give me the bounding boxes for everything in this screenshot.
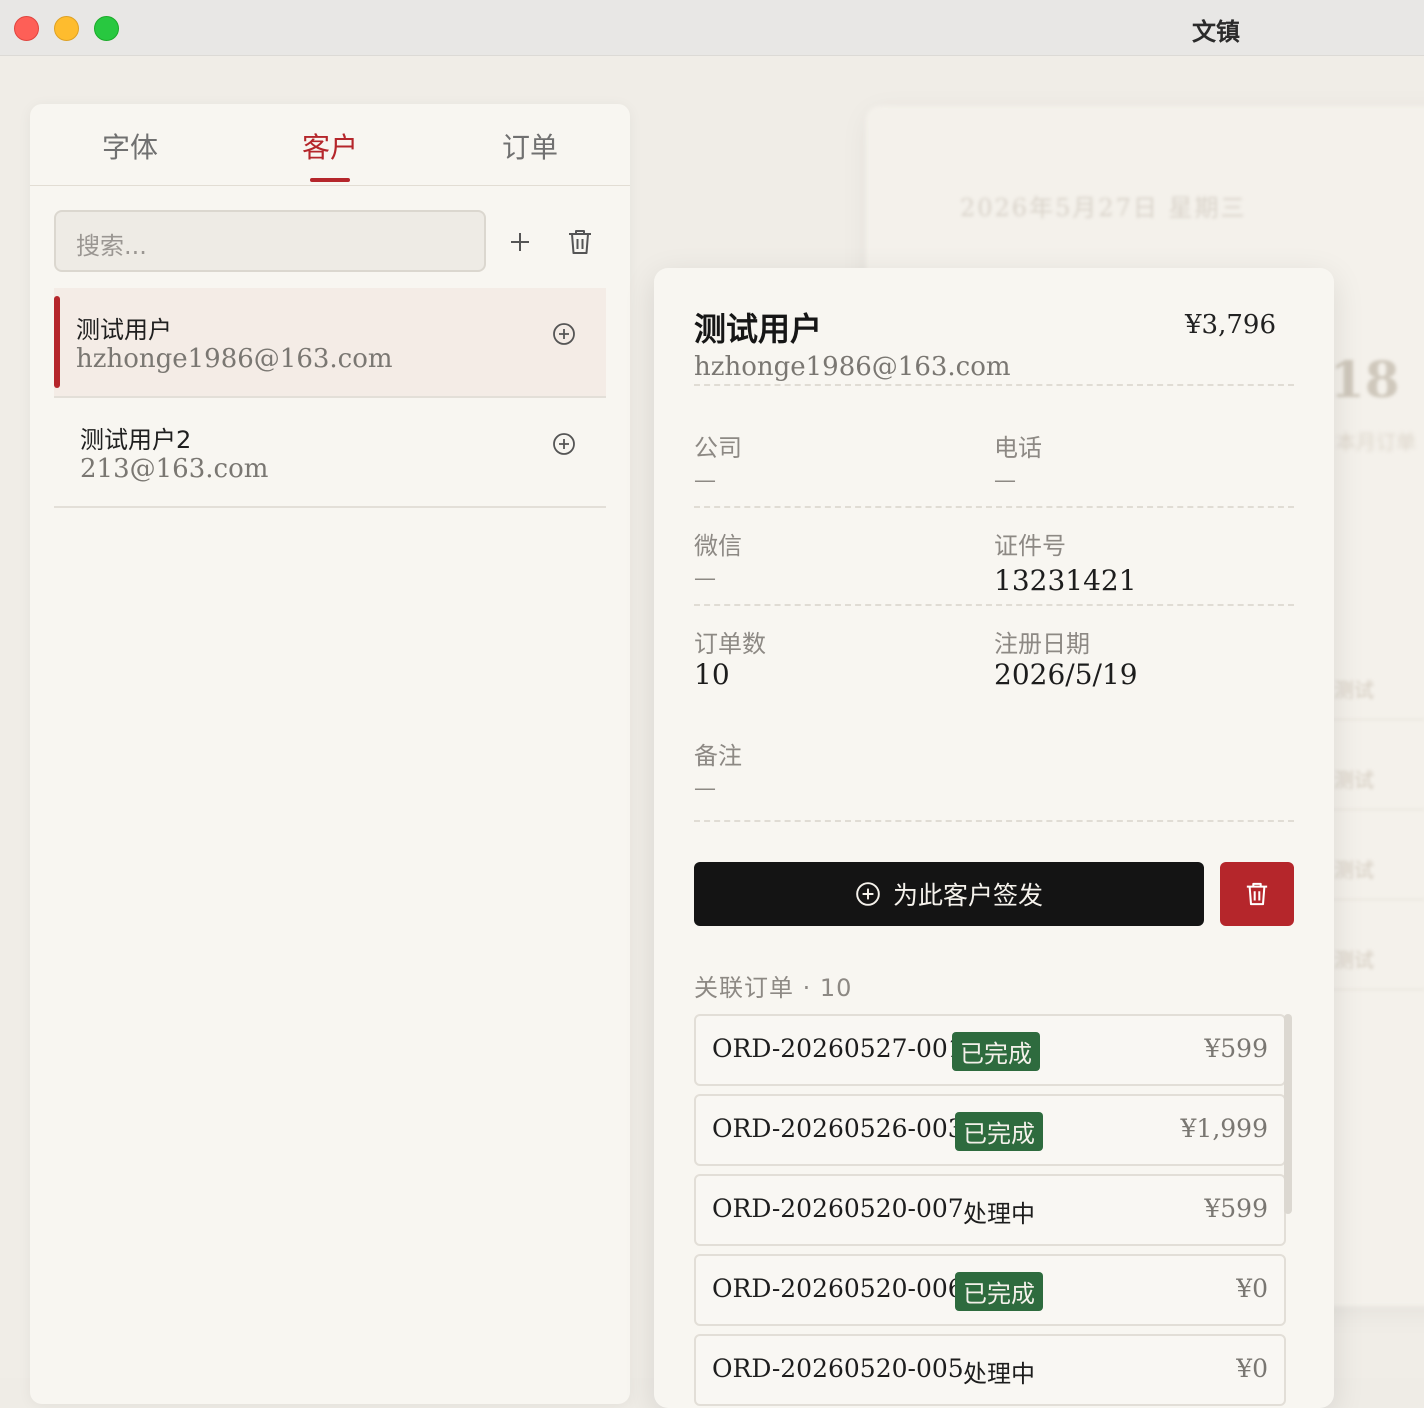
delete-customer-detail-button[interactable] — [1220, 862, 1294, 926]
customer-detail-card: 测试用户 ¥3,796 hzhonge1986@163.com 公司 — 电话 … — [654, 268, 1334, 1408]
order-count-value: 10 — [694, 658, 730, 691]
order-row[interactable]: ORD-20260520-007 处理中 ¥599 — [694, 1174, 1286, 1246]
order-amount: ¥1,999 — [1180, 1114, 1268, 1143]
order-id: ORD-20260520-005 — [712, 1354, 964, 1383]
register-date-value: 2026/5/19 — [994, 658, 1138, 691]
order-row[interactable]: ORD-20260526-003 已完成 ¥1,999 — [694, 1094, 1286, 1166]
background-date: 2026年5月27日 星期三 — [960, 194, 1247, 222]
phone-label: 电话 — [994, 434, 1042, 462]
customer-detail-name: 测试用户 — [694, 310, 823, 348]
note-label: 备注 — [694, 742, 742, 770]
customer-name: 测试用户2 — [80, 426, 192, 454]
close-window-button[interactable] — [14, 16, 39, 41]
order-status-badge: 已完成 — [955, 1272, 1043, 1311]
delete-customer-button[interactable] — [562, 224, 598, 260]
order-id: ORD-20260520-006 — [712, 1274, 964, 1303]
title-bar: 文镇 — [0, 0, 1424, 56]
plus-circle-icon — [553, 323, 575, 345]
order-status-badge: 已完成 — [955, 1112, 1043, 1151]
add-customer-button[interactable] — [502, 224, 538, 260]
background-subtitle: 本月订单 — [1336, 430, 1416, 454]
order-id: ORD-20260527-001 — [712, 1034, 964, 1063]
order-amount: ¥0 — [1236, 1274, 1268, 1303]
customer-name: 测试用户 — [76, 316, 172, 344]
wechat-value: — — [694, 566, 716, 591]
tab-fonts[interactable]: 字体 — [102, 126, 158, 166]
company-value: — — [694, 468, 716, 493]
tab-orders[interactable]: 订单 — [502, 126, 558, 166]
customer-email: hzhonge1986@163.com — [76, 344, 393, 374]
background-row: 测试 — [1326, 660, 1424, 720]
order-status-badge: 处理中 — [963, 1200, 1035, 1228]
order-row[interactable]: ORD-20260520-005 处理中 ¥0 — [694, 1334, 1286, 1406]
issue-for-customer-primary-button[interactable]: 为此客户签发 — [694, 862, 1204, 926]
tab-bar: 字体 客户 订单 — [30, 104, 630, 186]
id-number-label: 证件号 — [994, 532, 1066, 560]
issue-for-customer-button[interactable] — [552, 322, 576, 350]
minimize-window-button[interactable] — [54, 16, 79, 41]
note-value: — — [694, 776, 716, 801]
background-row: 测试 — [1326, 750, 1424, 810]
search-input[interactable]: 搜索... — [54, 210, 486, 272]
customer-list-item[interactable]: 测试用户 hzhonge1986@163.com — [54, 288, 606, 398]
order-count-label: 订单数 — [694, 630, 766, 658]
background-row: 测试 — [1326, 930, 1424, 990]
order-status-badge: 已完成 — [952, 1032, 1040, 1071]
id-number-value: 13231421 — [994, 564, 1137, 597]
plus-icon — [511, 233, 529, 251]
order-amount: ¥599 — [1204, 1034, 1268, 1063]
order-id: ORD-20260526-003 — [712, 1114, 964, 1143]
issue-button-label: 为此客户签发 — [892, 881, 1043, 910]
wechat-label: 微信 — [694, 532, 742, 560]
customer-total-amount: ¥3,796 — [1185, 310, 1276, 340]
active-tab-indicator — [310, 178, 350, 182]
customer-detail-email: hzhonge1986@163.com — [694, 352, 1011, 382]
background-big-number: 18 — [1330, 350, 1400, 409]
background-row: 测试 — [1326, 840, 1424, 900]
divider — [694, 604, 1294, 606]
order-status-badge: 处理中 — [963, 1360, 1035, 1388]
tab-customers[interactable]: 客户 — [302, 126, 358, 166]
customer-list-item[interactable]: 测试用户2 213@163.com — [54, 398, 606, 508]
order-amount: ¥599 — [1204, 1194, 1268, 1223]
issue-for-customer-button[interactable] — [552, 432, 576, 460]
order-amount: ¥0 — [1236, 1354, 1268, 1383]
company-label: 公司 — [694, 434, 742, 462]
register-date-label: 注册日期 — [994, 630, 1090, 658]
divider — [694, 820, 1294, 822]
sidebar: 字体 客户 订单 搜索... 测试用户 hzhonge1986@163.com … — [30, 104, 630, 1404]
order-row[interactable]: ORD-20260520-006 已完成 ¥0 — [694, 1254, 1286, 1326]
divider — [694, 384, 1294, 386]
orders-scrollbar[interactable] — [1284, 1014, 1292, 1214]
related-orders-label: 关联订单 · 10 — [694, 974, 853, 1002]
order-row[interactable]: ORD-20260527-001 已完成 ¥599 — [694, 1014, 1286, 1086]
customer-email: 213@163.com — [80, 454, 269, 484]
plus-circle-icon — [553, 433, 575, 455]
selected-indicator — [54, 296, 60, 388]
plus-circle-icon — [856, 882, 880, 906]
phone-value: — — [994, 468, 1016, 493]
app-title: 文镇 — [1192, 18, 1240, 46]
trash-icon — [569, 230, 591, 254]
order-id: ORD-20260520-007 — [712, 1194, 964, 1223]
divider — [694, 506, 1294, 508]
trash-icon — [1246, 882, 1268, 906]
maximize-window-button[interactable] — [94, 16, 119, 41]
